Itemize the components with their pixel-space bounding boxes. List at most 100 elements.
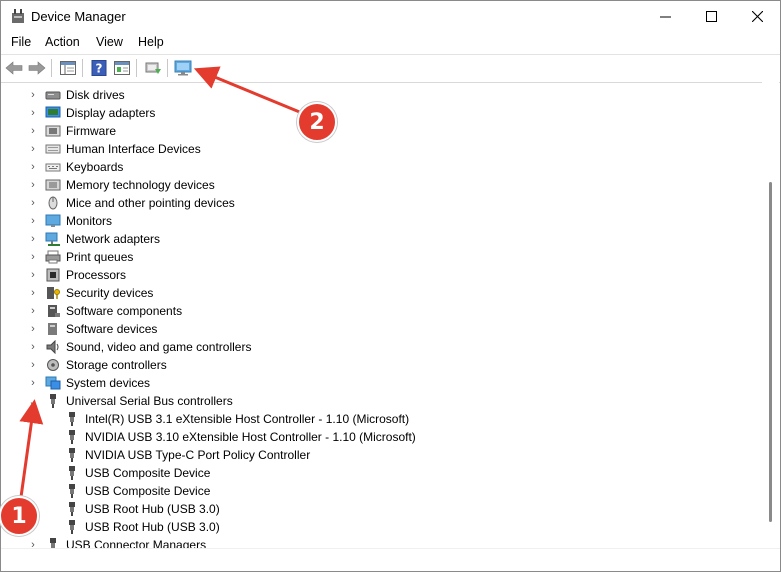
tree-category-keyboards[interactable]: › Keyboards (2, 158, 752, 176)
tree-category-monitors[interactable]: › Monitors (2, 212, 752, 230)
tree-item-label: NVIDIA USB Type-C Port Policy Controller (85, 448, 311, 462)
usb-device-item[interactable]: USB Composite Device (2, 464, 752, 482)
scan-for-hardware-changes-button[interactable] (174, 58, 194, 78)
monitor-icon (45, 214, 61, 227)
tree-category-processors[interactable]: › Processors (2, 266, 752, 284)
expand-chevron-icon[interactable]: › (26, 194, 40, 212)
expand-chevron-icon[interactable]: › (26, 374, 40, 392)
toolbar: ? (1, 54, 780, 83)
usb-device-item[interactable]: USB Composite Device (2, 482, 752, 500)
scroll-thumb[interactable] (769, 182, 772, 522)
menu-help[interactable]: Help (138, 35, 164, 49)
expand-chevron-icon[interactable]: › (26, 356, 40, 374)
maximize-button[interactable] (688, 1, 734, 32)
expand-chevron-icon[interactable]: › (26, 302, 40, 320)
expand-chevron-icon[interactable]: › (26, 230, 40, 248)
tree-item-label: Processors (66, 268, 127, 282)
tree-item-label: Memory technology devices (66, 178, 215, 192)
tree-category-network-adapters[interactable]: › Network adapters (2, 230, 752, 248)
mouse-icon (48, 196, 58, 210)
menu-bar: File Action View Help (1, 32, 780, 54)
software-component-icon (48, 305, 60, 317)
printer-icon (45, 250, 61, 264)
usb-plug-icon (50, 538, 56, 548)
usb-device-item[interactable]: NVIDIA USB Type-C Port Policy Controller (2, 446, 752, 464)
tree-item-label: System devices (66, 376, 151, 390)
scan-hardware-monitor-icon (174, 60, 192, 76)
expand-chevron-icon[interactable]: › (26, 104, 40, 122)
expand-chevron-icon[interactable]: › (26, 536, 40, 548)
tree-category-human-interface-devices[interactable]: › Human Interface Devices (2, 140, 752, 158)
expand-chevron-icon[interactable]: › (26, 122, 40, 140)
usb-plug-icon (69, 448, 75, 462)
close-icon (751, 11, 763, 22)
tree-category-sound-video-and-game-controllers[interactable]: › Sound, video and game controllers (2, 338, 752, 356)
processor-icon (46, 268, 60, 282)
tree-item-label: Security devices (66, 286, 154, 300)
annotation-badge-2: 2 (297, 102, 337, 142)
expand-chevron-icon[interactable]: › (26, 338, 40, 356)
expand-chevron-icon[interactable]: › (26, 320, 40, 338)
usb-plug-icon (69, 502, 75, 516)
tree-category-storage-controllers[interactable]: › Storage controllers (2, 356, 752, 374)
help-button[interactable]: ? (89, 58, 109, 78)
tree-category-usb-connector-managers[interactable]: › USB Connector Managers (2, 536, 752, 548)
tree-item-label: Mice and other pointing devices (66, 196, 235, 210)
usb-device-item[interactable]: Intel(R) USB 3.1 eXtensible Host Control… (2, 410, 752, 428)
tree-category-memory-technology-devices[interactable]: › Memory technology devices (2, 176, 752, 194)
memory-icon (45, 179, 61, 191)
expand-chevron-icon[interactable]: › (26, 176, 40, 194)
storage-controller-icon (47, 359, 59, 371)
expand-chevron-icon[interactable]: › (26, 266, 40, 284)
expand-chevron-icon[interactable]: › (26, 284, 40, 302)
tree-category-universal-serial-bus-controllers[interactable]: ⌄ Universal Serial Bus controllers (2, 392, 752, 410)
expand-chevron-icon[interactable]: › (26, 248, 40, 266)
vertical-scrollbar[interactable] (762, 82, 779, 548)
tree-category-software-devices[interactable]: › Software devices (2, 320, 752, 338)
device-tree[interactable]: › Disk drives › Display adapters › Firmware › H… (2, 84, 762, 548)
tree-item-label: Software devices (66, 322, 158, 336)
firmware-icon (45, 125, 61, 137)
tree-category-disk-drives[interactable]: › Disk drives (2, 86, 752, 104)
usb-device-item[interactable]: USB Root Hub (USB 3.0) (2, 518, 752, 536)
tree-category-mice-and-other-pointing-devices[interactable]: › Mice and other pointing devices (2, 194, 752, 212)
back-button[interactable] (4, 58, 24, 78)
menu-view[interactable]: View (96, 35, 123, 49)
tree-item-label: USB Root Hub (USB 3.0) (85, 520, 220, 534)
update-driver-button[interactable] (143, 58, 163, 78)
close-button[interactable] (734, 1, 780, 32)
properties-button[interactable] (112, 58, 132, 78)
expand-chevron-icon[interactable]: › (26, 158, 40, 176)
menu-file[interactable]: File (11, 35, 31, 49)
tree-category-display-adapters[interactable]: › Display adapters (2, 104, 752, 122)
tree-item-label: NVIDIA USB 3.10 eXtensible Host Controll… (85, 430, 416, 444)
expand-chevron-icon[interactable]: › (26, 140, 40, 158)
tree-category-security-devices[interactable]: › Security devices (2, 284, 752, 302)
update-driver-icon (145, 62, 161, 74)
usb-device-item[interactable]: NVIDIA USB 3.10 eXtensible Host Controll… (2, 428, 752, 446)
usb-device-item[interactable]: USB Root Hub (USB 3.0) (2, 500, 752, 518)
expand-chevron-icon[interactable]: › (26, 212, 40, 230)
window-title: Device Manager (31, 9, 126, 24)
tree-item-label: Sound, video and game controllers (66, 340, 252, 354)
tree-item-label: USB Composite Device (85, 466, 211, 480)
show-hide-console-tree-button[interactable] (58, 58, 78, 78)
minimize-button[interactable] (642, 1, 688, 32)
tree-item-label: Network adapters (66, 232, 161, 246)
horizontal-scrollbar[interactable] (1, 548, 780, 571)
svg-text:?: ? (96, 62, 103, 76)
expand-chevron-icon[interactable]: › (26, 86, 40, 104)
forward-button[interactable] (27, 58, 47, 78)
tree-category-system-devices[interactable]: › System devices (2, 374, 752, 392)
menu-action[interactable]: Action (45, 35, 80, 49)
tree-category-print-queues[interactable]: › Print queues (2, 248, 752, 266)
properties-icon (114, 61, 130, 75)
collapse-chevron-icon[interactable]: ⌄ (26, 392, 40, 410)
title-bar: Device Manager (1, 1, 780, 32)
device-manager-window: Device Manager File Action View Help ? ›… (0, 0, 781, 572)
annotation-badge-1: 1 (0, 496, 39, 536)
tree-item-label: Monitors (66, 214, 113, 228)
tree-category-firmware[interactable]: › Firmware (2, 122, 752, 140)
tree-category-software-components[interactable]: › Software components (2, 302, 752, 320)
display-adapter-icon (45, 106, 61, 118)
